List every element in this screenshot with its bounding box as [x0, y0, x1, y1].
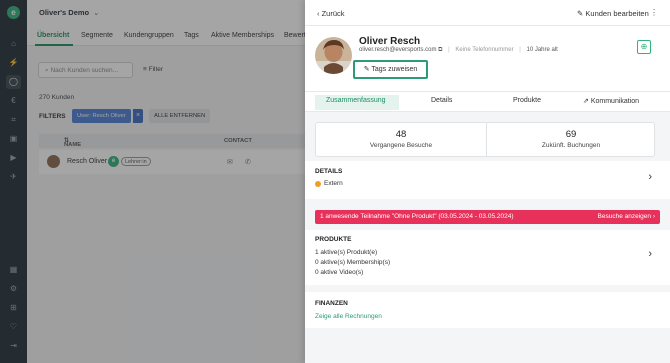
- attendance-alert: 1 anwesende Teilnahme "Ohne Produkt" (03…: [315, 210, 660, 224]
- finance-section: FINANZEN Zeige alle Rechnungen: [305, 292, 670, 328]
- products-line: 0 aktive(s) Membership(s): [315, 259, 391, 266]
- customer-age: 10 Jahre alt: [526, 47, 558, 53]
- more-options-icon[interactable]: ⋮: [650, 8, 658, 17]
- details-status: Extern: [324, 180, 343, 187]
- copy-icon[interactable]: ⧉: [438, 47, 442, 53]
- alert-text: 1 anwesende Teilnahme "Ohne Produkt" (03…: [320, 213, 514, 220]
- avatar: [315, 37, 352, 74]
- customer-email: oliver.resch@eversports.com: [359, 47, 437, 53]
- tag-icon: ✎: [363, 66, 370, 73]
- chevron-left-icon: ‹: [317, 9, 320, 18]
- products-title: PRODUKTE: [315, 236, 352, 243]
- stat-past-visits-label: Vergangene Besuche: [369, 142, 433, 149]
- details-section[interactable]: DETAILS Extern ›: [305, 161, 670, 199]
- stat-future-bookings-value: 69: [565, 129, 577, 140]
- edit-customer-button[interactable]: ✎ Kunden bearbeiten: [577, 9, 649, 18]
- tab-communication-label: Kommunikation: [590, 98, 640, 105]
- show-invoices-link[interactable]: Zeige alle Rechnungen: [315, 313, 382, 320]
- stat-future-bookings-label: Zukünft. Buchungen: [541, 142, 601, 149]
- pencil-icon: ✎: [577, 9, 584, 18]
- products-section[interactable]: PRODUKTE 1 aktive(s) Produkt(e) 0 aktive…: [305, 230, 670, 285]
- customer-info: oliver.resch@eversports.com ⧉ | Keine Te…: [359, 47, 558, 54]
- modal-overlay[interactable]: [0, 0, 305, 363]
- customer-detail-drawer: ‹ Zurück ✎ Kunden bearbeiten ⋮ Oliver Re…: [305, 0, 670, 363]
- chevron-right-icon[interactable]: ›: [648, 171, 652, 183]
- assign-tags-label: Tags zuweisen: [371, 66, 418, 73]
- customer-name: Oliver Resch: [359, 36, 421, 47]
- products-line: 0 aktive Video(s): [315, 269, 364, 276]
- tab-details[interactable]: Details: [431, 97, 452, 104]
- separator: |: [519, 47, 521, 53]
- stats-card: 48 Vergangene Besuche 69 Zukünft. Buchun…: [315, 122, 655, 157]
- finance-title: FINANZEN: [315, 300, 348, 307]
- tab-communication[interactable]: ⇗ Kommunikation: [583, 97, 639, 105]
- divider: [305, 25, 670, 26]
- back-label: Zurück: [321, 9, 345, 18]
- cart-icon[interactable]: ⊕: [637, 40, 651, 54]
- stat-past-visits-value: 48: [395, 129, 407, 140]
- products-line: 1 aktive(s) Produkt(e): [315, 249, 378, 256]
- chevron-right-icon[interactable]: ›: [648, 248, 652, 260]
- show-visits-button[interactable]: Besuche anzeigen ›: [598, 213, 655, 220]
- tab-products[interactable]: Produkte: [513, 97, 541, 104]
- customer-phone: Keine Telefonnummer: [455, 47, 514, 53]
- assign-tags-button[interactable]: ✎ Tags zuweisen: [353, 60, 428, 79]
- tab-summary[interactable]: Zusammenfassung: [326, 97, 386, 104]
- status-dot-icon: [315, 181, 321, 187]
- external-link-icon: ⇗: [583, 98, 589, 105]
- separator: |: [448, 47, 450, 53]
- edit-label: Kunden bearbeiten: [585, 9, 649, 18]
- details-title: DETAILS: [315, 168, 343, 175]
- back-button[interactable]: ‹ Zurück: [317, 9, 345, 18]
- drawer-tabs: Zusammenfassung Details Produkte ⇗ Kommu…: [305, 91, 670, 112]
